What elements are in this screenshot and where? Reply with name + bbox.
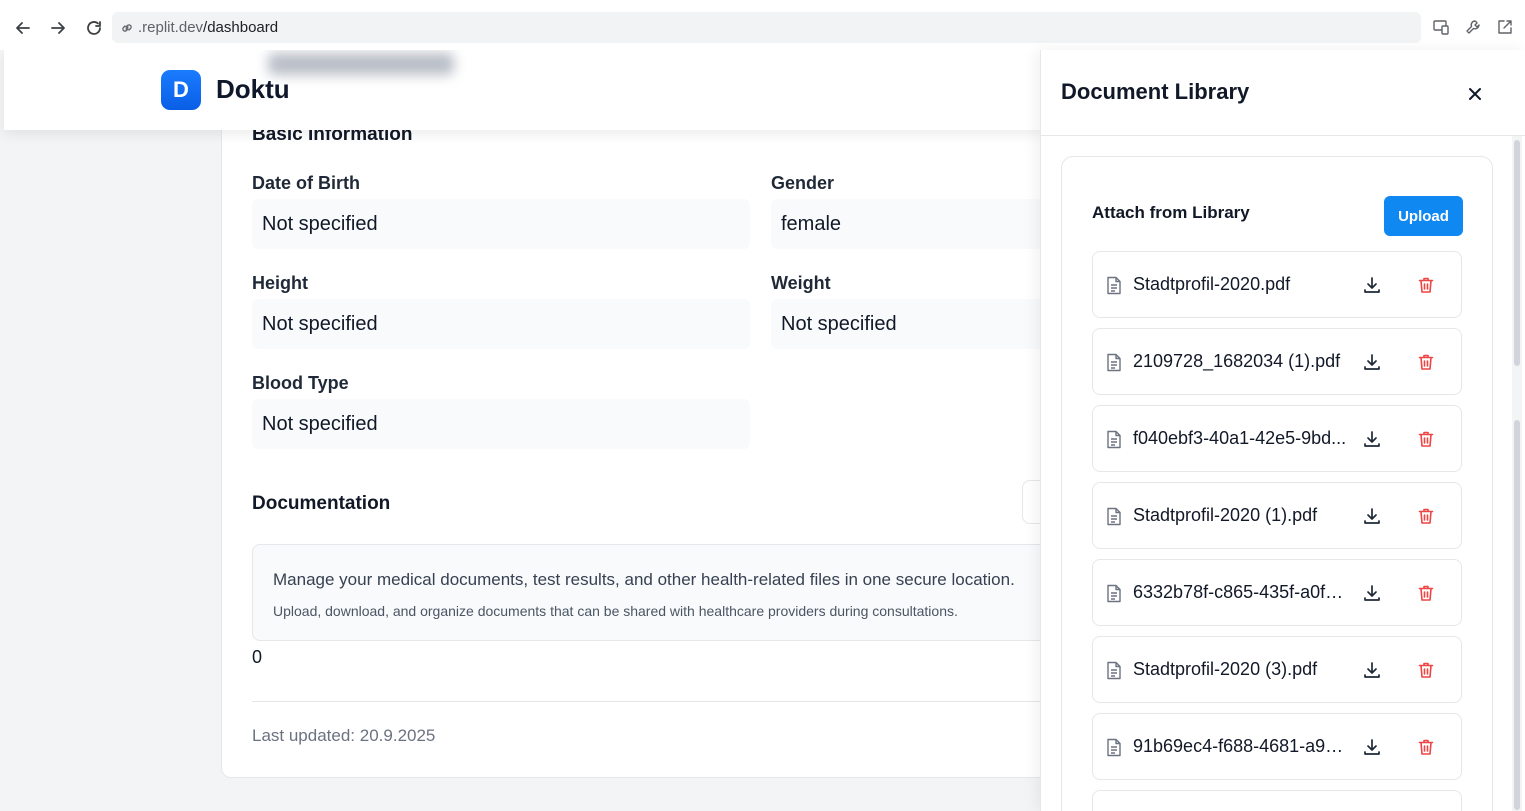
devices-icon[interactable] [1430,16,1452,38]
document-count: 0 [252,647,263,667]
divider [252,701,1052,702]
trash-icon[interactable] [1415,274,1437,296]
file-icon [1105,737,1123,757]
file-icon [1105,506,1123,526]
file-icon [1105,429,1123,449]
file-icon [1105,660,1123,680]
download-icon[interactable] [1361,505,1383,527]
document-name: Stadtprofil-2020 (3).pdf [1133,659,1318,679]
brand-logo[interactable]: D [161,70,201,110]
trash-icon[interactable] [1415,582,1437,604]
back-icon[interactable] [11,14,35,42]
upload-button[interactable]: Upload [1384,196,1463,236]
trash-icon[interactable] [1415,428,1437,450]
document-name: f040ebf3-40a1-42e5-9bd... [1133,428,1347,448]
documentation-info-subtext: Upload, download, and organize documents… [273,603,958,619]
document-item[interactable]: Stadtprofil-2020.pdf [1092,251,1462,318]
document-item[interactable]: Stadtprofil-2020 (1).pdf [1092,482,1462,549]
document-item[interactable]: Stadtprofil-2020 (3).pdf [1092,636,1462,703]
documentation-title: Documentation [252,493,391,514]
document-name: Stadtprofil-2020.pdf [1133,274,1291,294]
file-icon [1105,583,1123,603]
trash-icon[interactable] [1415,736,1437,758]
scrollbar-thumb[interactable] [1514,140,1520,366]
panel-scrollbar[interactable] [1512,136,1522,811]
file-icon [1105,352,1123,372]
panel-header: Document Library [1041,50,1525,136]
document-item[interactable]: 6332b78f-c865-435f-a0f0... [1092,559,1462,626]
brand-name[interactable]: Doktu [216,74,290,105]
document-library-panel: Document Library Attach from Library Upl… [1040,50,1525,811]
wrench-icon[interactable] [1462,16,1484,38]
download-icon[interactable] [1361,274,1383,296]
weight-label: Weight [771,273,831,293]
document-name: 91b69ec4-f688-4681-a94... [1133,736,1348,756]
reload-icon[interactable] [82,14,106,42]
document-name: Stadtprofil-2020 (1).pdf [1133,505,1318,525]
height-value: Not specified [252,299,750,349]
forward-icon[interactable] [46,14,70,42]
link-icon [118,19,136,37]
blurred-heading [268,53,454,75]
file-icon [1105,275,1123,295]
document-name: 2109728_1682034 (1).pdf [1133,351,1341,371]
documentation-info-text: Manage your medical documents, test resu… [273,570,1015,589]
trash-icon[interactable] [1415,659,1437,681]
document-name: 6332b78f-c865-435f-a0f0... [1133,582,1348,602]
dob-value: Not specified [252,199,750,249]
height-label: Height [252,273,308,293]
document-item[interactable]: 2109728_1682034 (1).pdf [1092,328,1462,395]
blood-type-label: Blood Type [252,373,349,393]
weight-value: Not specified [771,299,1071,349]
open-external-icon[interactable] [1494,16,1516,38]
browser-toolbar: .replit.dev/dashboard [0,0,1525,56]
url-domain: .replit.dev [138,19,204,36]
address-bar[interactable]: .replit.dev/dashboard [112,12,1421,43]
documentation-info-box: Manage your medical documents, test resu… [252,544,1072,641]
close-icon[interactable] [1461,80,1489,108]
attach-title: Attach from Library [1092,203,1250,222]
url-path: /dashboard [203,19,279,36]
document-item[interactable]: f040ebf3-40a1-42e5-9bd... [1092,405,1462,472]
panel-title: Document Library [1061,79,1250,104]
app-header: D Doktu [4,50,1044,130]
last-updated: Last updated: 20.9.2025 [252,726,436,745]
dob-label: Date of Birth [252,173,360,193]
document-item[interactable]: 91b69ec4-f688-4681-a94... [1092,713,1462,780]
trash-icon[interactable] [1415,351,1437,373]
download-icon[interactable] [1361,351,1383,373]
download-icon[interactable] [1361,428,1383,450]
download-icon[interactable] [1361,582,1383,604]
scrollbar-thumb-secondary[interactable] [1514,420,1520,810]
document-item[interactable] [1092,790,1462,811]
library-container: Attach from Library Upload Stadtprofil-2… [1061,156,1493,811]
trash-icon[interactable] [1415,505,1437,527]
blood-type-value: Not specified [252,399,750,449]
download-icon[interactable] [1361,659,1383,681]
gender-label: Gender [771,173,835,193]
gender-value: female [771,199,1071,249]
download-icon[interactable] [1361,736,1383,758]
